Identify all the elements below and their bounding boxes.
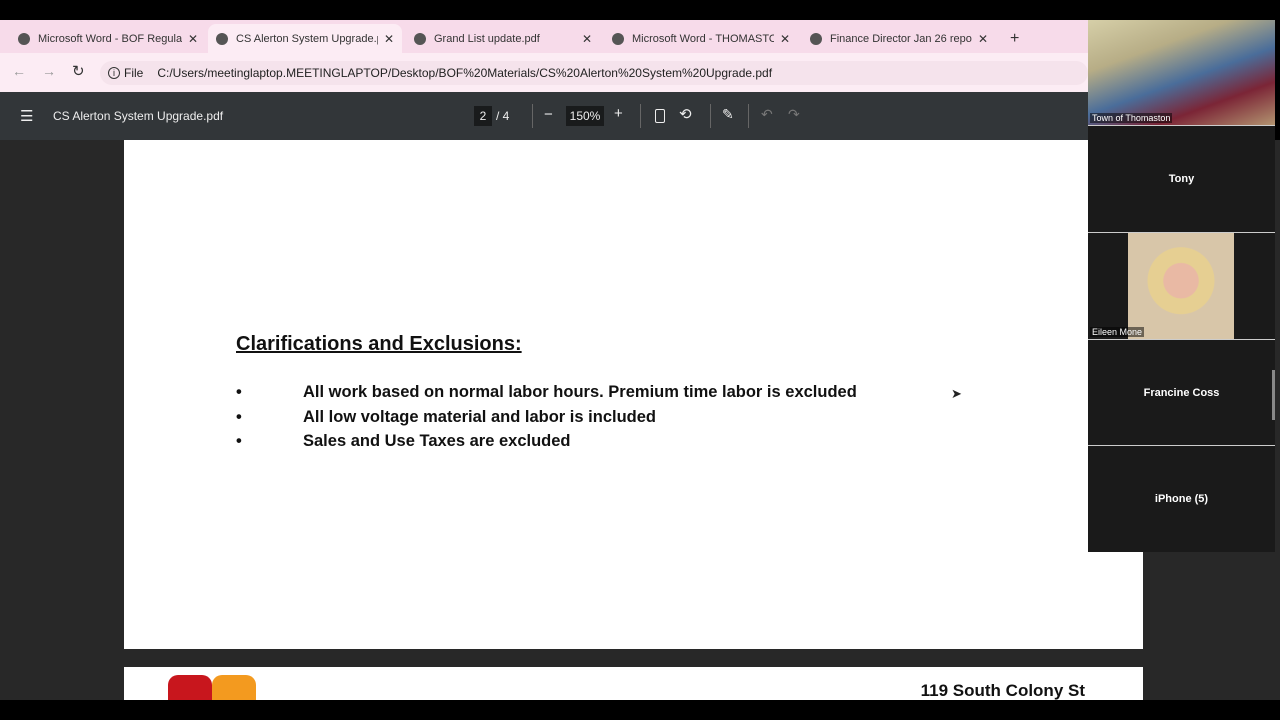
- pdf-page-next: 119 South Colony St: [124, 667, 1143, 700]
- zoom-in-icon[interactable]: +: [614, 105, 623, 122]
- info-icon[interactable]: i: [108, 67, 120, 79]
- tab-finance-director[interactable]: Finance Director Jan 26 report.pdf✕: [802, 24, 996, 53]
- company-logo: [168, 675, 212, 700]
- participant-video: [1128, 233, 1234, 339]
- new-tab-button[interactable]: +: [1002, 24, 1027, 53]
- zoom-input[interactable]: 150%: [566, 106, 604, 126]
- pdf-title: CS Alerton System Upgrade.pdf: [53, 109, 224, 123]
- pdf-page: Clarifications and Exclusions: • All work…: [124, 140, 1143, 649]
- annotate-icon[interactable]: ✎: [722, 106, 734, 123]
- close-tab-icon[interactable]: ✕: [582, 32, 592, 46]
- fit-page-icon[interactable]: [655, 109, 665, 123]
- tab-cs-alerton[interactable]: CS Alerton System Upgrade.pdf ✕: [208, 24, 402, 53]
- reload-icon[interactable]: ↻: [72, 62, 85, 80]
- close-tab-icon[interactable]: ✕: [978, 32, 988, 46]
- company-logo-part: [212, 675, 256, 700]
- close-tab-icon[interactable]: ✕: [780, 32, 790, 46]
- participant-tile[interactable]: Tony: [1088, 126, 1275, 233]
- globe-icon: [810, 32, 822, 45]
- bullet-item: • Sales and Use Taxes are excluded: [236, 432, 571, 450]
- company-address: 119 South Colony St: [920, 681, 1085, 700]
- menu-icon[interactable]: ☰: [20, 107, 33, 125]
- globe-icon: [414, 32, 426, 45]
- tab-thomaston[interactable]: Microsoft Word - THOMASTON ✕: [604, 24, 798, 53]
- divider: [748, 104, 749, 128]
- forward-icon[interactable]: →: [42, 63, 56, 79]
- divider: [710, 104, 711, 128]
- undo-icon[interactable]: ↶: [761, 106, 773, 123]
- globe-icon: [18, 32, 30, 45]
- pdf-toolbar: ☰ CS Alerton System Upgrade.pdf 2 / 4 − …: [0, 92, 1088, 140]
- page-number-input[interactable]: 2: [474, 106, 492, 126]
- close-tab-icon[interactable]: ✕: [384, 32, 394, 46]
- page-total: / 4: [496, 109, 510, 123]
- bullet-item: • All low voltage material and labor is i…: [236, 408, 656, 426]
- tab-strip: Microsoft Word - BOF Regular M✕ CS Alert…: [0, 20, 1088, 53]
- back-icon[interactable]: ←: [12, 63, 26, 79]
- globe-icon: [216, 32, 228, 45]
- tab-bof-regular[interactable]: Microsoft Word - BOF Regular M✕: [10, 24, 206, 53]
- mouse-cursor-icon: ➤: [951, 386, 962, 401]
- divider: [640, 104, 641, 128]
- section-heading: Clarifications and Exclusions:: [236, 333, 522, 355]
- participant-tile[interactable]: iPhone (5): [1088, 446, 1275, 552]
- file-chip: File: [124, 66, 144, 80]
- globe-icon: [612, 32, 624, 45]
- close-tab-icon[interactable]: ✕: [188, 32, 198, 46]
- participant-tile[interactable]: Eileen Mone: [1088, 233, 1275, 340]
- participant-tile[interactable]: Town of Thomaston: [1088, 20, 1275, 126]
- tab-grand-list[interactable]: Grand List update.pdf ✕: [406, 24, 600, 53]
- zoom-out-icon[interactable]: −: [544, 106, 553, 123]
- redo-icon[interactable]: ↷: [788, 106, 800, 123]
- bullet-item: • All work based on normal labor hours. P…: [236, 383, 857, 401]
- rotate-icon[interactable]: ⟲: [679, 105, 692, 123]
- divider: [532, 104, 533, 128]
- url-field[interactable]: i File C:/Users/meetinglaptop.MEETINGLAP…: [100, 61, 1088, 85]
- url-text: C:/Users/meetinglaptop.MEETINGLAPTOP/Des…: [157, 66, 773, 80]
- participant-tile[interactable]: Francine Coss: [1088, 340, 1275, 446]
- meeting-participants-panel: Town of Thomaston Tony Eileen Mone Franc…: [1088, 20, 1275, 552]
- scrollbar-thumb[interactable]: [1272, 370, 1275, 420]
